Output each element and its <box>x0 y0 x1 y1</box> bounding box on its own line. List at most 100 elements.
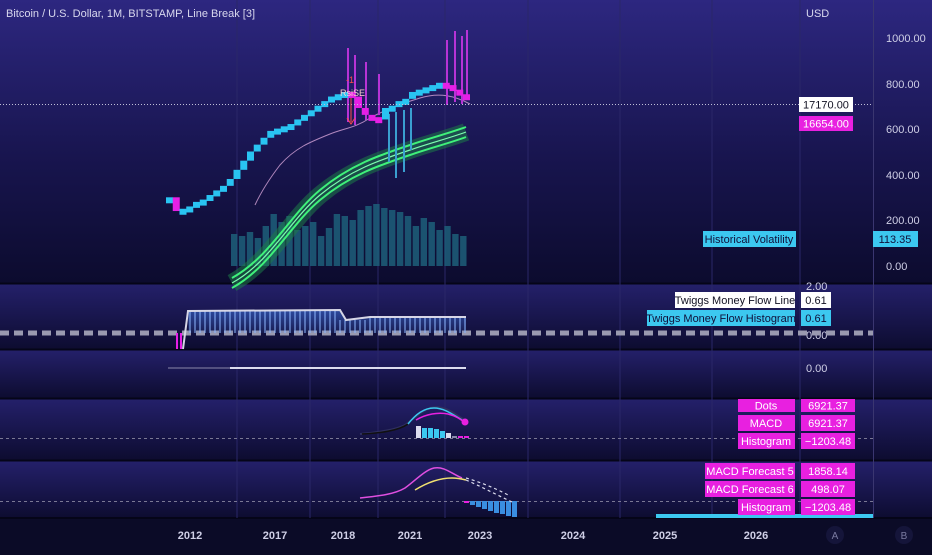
svg-text:17170.00: 17170.00 <box>803 100 849 112</box>
brick <box>280 126 288 133</box>
macd-hist-bar <box>452 436 457 438</box>
volume-bar <box>238 236 246 266</box>
brick <box>388 105 396 112</box>
volume-bar <box>333 214 341 266</box>
forecast-hist-bar <box>488 501 493 511</box>
volume-bar <box>381 208 388 266</box>
symbol-title[interactable]: Bitcoin / U.S. Dollar, 1M, BITSTAMP, Lin… <box>6 8 255 20</box>
svg-text:MACD Forecast 6: MACD Forecast 6 <box>706 484 793 496</box>
flat-zero-tick: 0.00 <box>806 363 827 375</box>
volume-bar <box>294 230 301 266</box>
macd-hist-bar <box>434 429 439 438</box>
price-tick: 1000.00 <box>886 33 926 45</box>
volume-bar <box>302 226 309 266</box>
forecast-hist-bar <box>482 501 487 509</box>
brick <box>274 128 281 135</box>
svg-text:Twiggs Money Flow Line: Twiggs Money Flow Line <box>675 295 795 307</box>
macd-forecast-6-legend[interactable]: MACD Forecast 6 498.07 <box>705 481 855 497</box>
time-tick: 2021 <box>398 530 422 542</box>
volume-bar <box>231 234 238 266</box>
brick <box>240 160 248 170</box>
svg-text:498.07: 498.07 <box>811 484 845 496</box>
brick <box>186 206 194 213</box>
forecast-hist-bar <box>500 501 505 514</box>
macd-hist-bar <box>446 433 451 438</box>
svg-text:A: A <box>832 531 839 542</box>
svg-text:Historical Volatility: Historical Volatility <box>705 234 794 246</box>
volume-bar <box>325 228 333 266</box>
brick <box>382 107 389 120</box>
brick <box>247 151 254 161</box>
brick <box>172 197 180 212</box>
volume-bar <box>396 212 404 266</box>
brick <box>409 91 416 99</box>
forecast-hist-bar <box>512 501 517 517</box>
brick <box>260 137 268 145</box>
forecast-hist-bar <box>464 501 469 503</box>
volume-bar <box>412 226 420 266</box>
forecast-hist-bar <box>506 501 511 516</box>
volume-bar <box>404 216 412 266</box>
auto-scale-button[interactable]: A <box>826 526 844 544</box>
svg-text:6921.37: 6921.37 <box>808 418 848 430</box>
volume-bar <box>357 210 364 266</box>
brick <box>368 114 376 121</box>
macd-forecast-5-legend[interactable]: MACD Forecast 5 1858.14 <box>705 463 855 479</box>
macd-hist-bar <box>416 426 421 438</box>
svg-text:−1203.48: −1203.48 <box>805 436 851 448</box>
chart-workspace[interactable]: -1 RsiSE Bitcoin / U.S. Dollar, 1M, BITS… <box>0 0 932 550</box>
macd-hist-bar <box>458 436 463 438</box>
volume-bar <box>341 216 348 266</box>
tmf-top-tick: 2.00 <box>806 281 827 293</box>
brick <box>355 96 362 108</box>
forecast-hist-bar <box>494 501 499 513</box>
svg-text:B: B <box>901 531 908 542</box>
time-tick: 2012 <box>178 530 202 542</box>
close-price-label: 16654.00 <box>799 116 853 131</box>
volume-bar <box>436 230 443 266</box>
macd-dot <box>461 418 469 426</box>
svg-text:MACD Forecast 5: MACD Forecast 5 <box>706 466 793 478</box>
brick <box>193 201 200 208</box>
volume-bar <box>317 236 325 266</box>
price-tick: 400.00 <box>886 170 920 182</box>
forecast-hist-bar <box>470 501 475 505</box>
chart-canvas[interactable]: -1 RsiSE Bitcoin / U.S. Dollar, 1M, BITS… <box>0 0 932 550</box>
macd-hist-bar <box>428 428 433 438</box>
time-tick: 2023 <box>468 530 492 542</box>
svg-text:Histogram: Histogram <box>741 502 791 514</box>
brick <box>415 89 423 96</box>
brick <box>199 199 207 206</box>
time-tick: 2025 <box>653 530 677 542</box>
brick <box>402 98 410 105</box>
brick <box>301 114 308 121</box>
rsi-marker-small-text: -1 <box>346 75 354 85</box>
log-scale-button[interactable]: B <box>895 526 913 544</box>
svg-text:6921.37: 6921.37 <box>808 401 848 413</box>
volume-bar <box>373 204 380 266</box>
brick <box>226 178 234 186</box>
tmf-histogram-legend[interactable]: Twiggs Money Flow Histogram 0.61 <box>646 310 831 326</box>
svg-text:0.61: 0.61 <box>805 313 826 325</box>
time-tick: 2026 <box>744 530 768 542</box>
time-tick: 2017 <box>263 530 287 542</box>
brick <box>463 94 470 101</box>
time-axis-background <box>0 518 932 550</box>
tmf-line-legend[interactable]: Twiggs Money Flow Line 0.61 <box>675 292 831 308</box>
brick <box>449 85 457 92</box>
price-tick: 200.00 <box>886 215 920 227</box>
brick <box>422 87 430 94</box>
volume-bar <box>420 218 427 266</box>
svg-text:Dots: Dots <box>755 401 778 413</box>
price-tick: 600.00 <box>886 124 920 136</box>
macd-hist-bar <box>464 436 469 438</box>
svg-text:−1203.48: −1203.48 <box>805 502 851 514</box>
brick <box>456 89 464 96</box>
volume-bar <box>460 236 467 266</box>
macd-hist-bar <box>422 428 427 438</box>
volume-bar <box>349 220 356 266</box>
brick <box>294 119 302 126</box>
brick <box>220 185 227 192</box>
brick <box>442 82 450 89</box>
volume-bar <box>389 210 396 266</box>
